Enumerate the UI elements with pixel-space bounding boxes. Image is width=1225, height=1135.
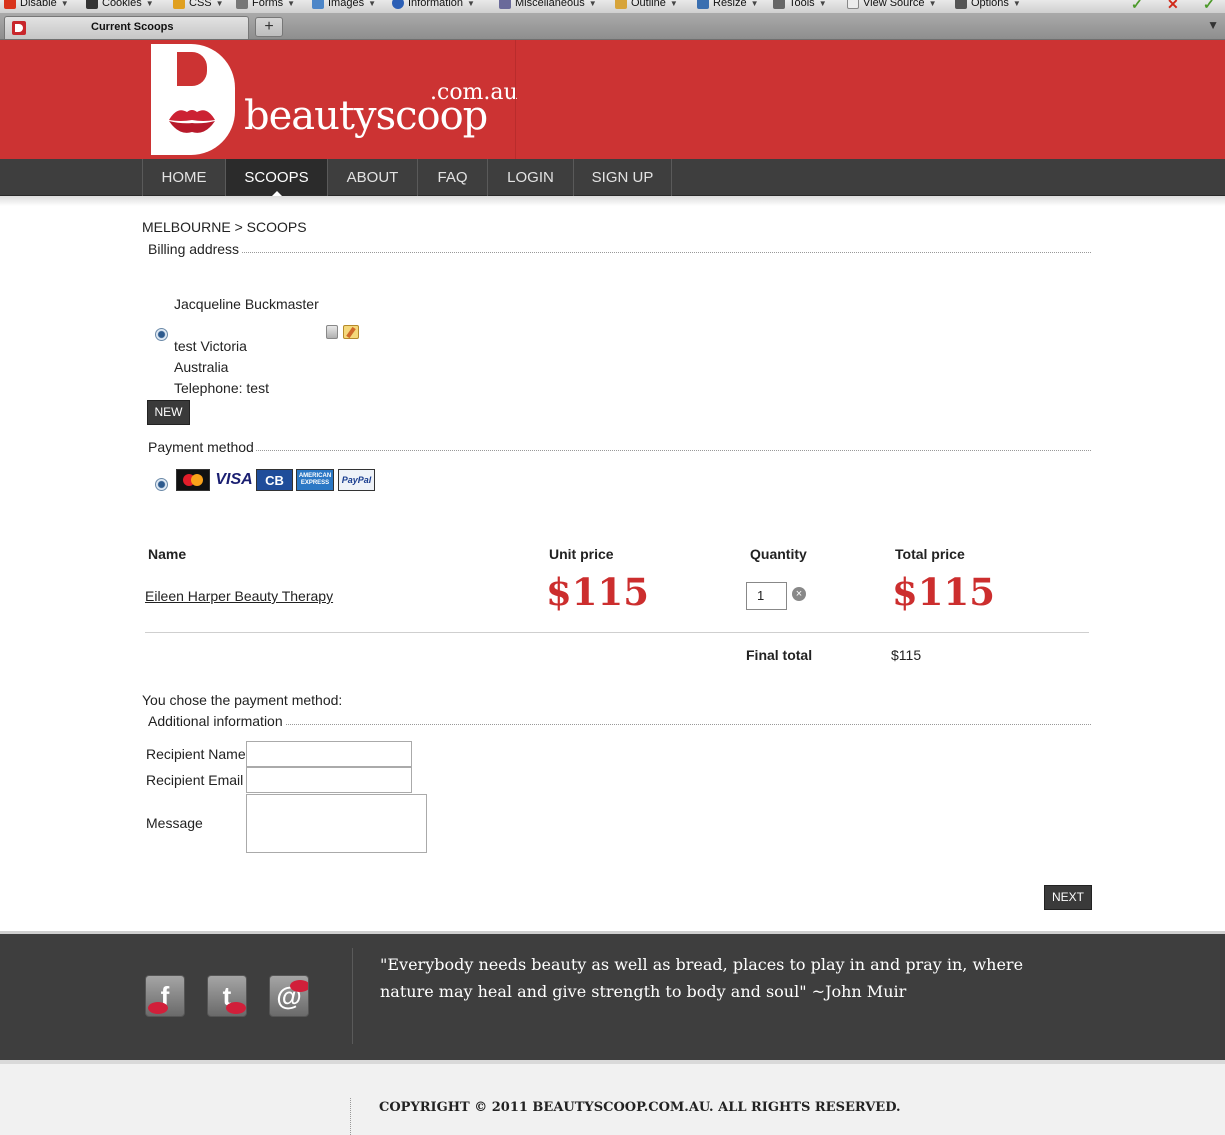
column-header-quantity: Quantity (750, 546, 807, 562)
toolbar-view-source[interactable]: View Source ▼ (847, 0, 936, 10)
nav-scoops[interactable]: SCOOPS (225, 159, 327, 196)
unit-price: $115 (546, 570, 649, 614)
copyright-text: COPYRIGHT © 2011 BEAUTYSCOOP.COM.AU. ALL… (379, 1100, 901, 1115)
next-button[interactable]: NEXT (1044, 885, 1092, 910)
final-total-value: $115 (891, 647, 922, 663)
new-address-button[interactable]: NEW (147, 400, 190, 425)
payment-radio[interactable] (155, 478, 168, 491)
nav-login[interactable]: LOGIN (487, 159, 573, 196)
toolbar-options[interactable]: Options ▼ (955, 0, 1021, 10)
main-nav: HOME SCOOPS ABOUT FAQ LOGIN SIGN UP (0, 159, 1225, 196)
payment-legend: Payment method (148, 439, 256, 455)
quantity-input[interactable]: 1 (746, 582, 787, 610)
new-tab-button[interactable]: + (255, 17, 283, 37)
information-icon (392, 0, 404, 10)
twitter-icon[interactable]: t (207, 975, 247, 1017)
billing-address-line: test Victoria (174, 338, 247, 354)
column-header-total-price: Total price (895, 546, 965, 562)
message-textarea[interactable] (246, 794, 427, 853)
cb-logo: CB (256, 469, 293, 491)
remove-item-icon[interactable]: × (792, 587, 806, 601)
lips-icon (169, 110, 215, 133)
tools-icon (773, 0, 785, 10)
logo-b-letter (151, 44, 235, 155)
miscellaneous-icon (499, 0, 511, 10)
header-divider (515, 40, 516, 159)
additional-fieldset: Additional information (142, 713, 1091, 729)
billing-address-line: Telephone: test (174, 380, 269, 396)
edit-icon[interactable] (343, 325, 359, 339)
toolbar-miscellaneous[interactable]: Miscellaneous ▼ (499, 0, 597, 10)
facebook-icon[interactable]: f (145, 975, 185, 1017)
resize-icon (697, 0, 709, 10)
billing-address-line: Australia (174, 359, 229, 375)
images-icon (312, 0, 324, 10)
column-header-name: Name (148, 546, 187, 562)
payment-method-summary: You chose the payment method: (142, 692, 343, 708)
visa-logo: VISA (215, 471, 253, 488)
site-header: .com.au beautyscoop (0, 40, 1225, 159)
toolbar-css[interactable]: CSS ▼ (173, 0, 224, 10)
delete-icon[interactable] (326, 325, 338, 339)
recipient-email-input[interactable] (246, 767, 412, 793)
favicon-icon (12, 21, 26, 35)
tab-list-icon[interactable]: ▼ (1207, 18, 1219, 32)
toolbar-information[interactable]: Information ▼ (392, 0, 475, 10)
browser-toolbar: Disable ▼ Cookies ▼ CSS ▼ Forms ▼ Images ▼ In… (0, 0, 1225, 14)
logo-wordmark: beautyscoop (244, 93, 488, 139)
toolbar-tools[interactable]: Tools ▼ (773, 0, 827, 10)
css-icon (173, 0, 185, 10)
view-source-icon (847, 0, 859, 10)
site-logo[interactable]: .com.au beautyscoop (151, 44, 518, 156)
error-icon[interactable]: ✕ (1167, 0, 1179, 13)
recipient-name-label: Recipient Name (146, 746, 246, 762)
breadcrumb: MELBOURNE > SCOOPS (142, 219, 307, 235)
toolbar-disable[interactable]: Disable ▼ (4, 0, 69, 10)
nav-faq[interactable]: FAQ (417, 159, 487, 196)
toolbar-images[interactable]: Images ▼ (312, 0, 376, 10)
disable-icon (4, 0, 16, 10)
billing-legend: Billing address (148, 241, 242, 257)
amex-logo: AMERICAN EXPRESS (296, 469, 334, 491)
footer-quote: "Everybody needs beauty as well as bread… (380, 955, 1024, 1001)
product-link[interactable]: Eileen Harper Beauty Therapy (145, 588, 333, 604)
nav-about[interactable]: ABOUT (327, 159, 417, 196)
recipient-email-label: Recipient Email (146, 772, 244, 788)
toolbar-outline[interactable]: Outline ▼ (615, 0, 678, 10)
billing-fieldset: Billing address (142, 241, 1091, 257)
checkmark-icon[interactable]: ✓ (1203, 0, 1215, 13)
table-divider (145, 632, 1089, 633)
email-icon[interactable]: @ (269, 975, 309, 1017)
nav-home[interactable]: HOME (142, 159, 225, 196)
paypal-logo: PayPal (338, 469, 375, 491)
browser-tab-bar: Current Scoops + ▼ (0, 14, 1225, 40)
copyright-bar (0, 1060, 1225, 1135)
billing-name: Jacqueline Buckmaster (174, 296, 319, 312)
recipient-name-input[interactable] (246, 741, 412, 767)
checkmark-icon[interactable]: ✓ (1131, 0, 1143, 13)
message-label: Message (146, 815, 203, 831)
options-icon (955, 0, 967, 10)
toolbar-cookies[interactable]: Cookies ▼ (86, 0, 154, 10)
tab-title: Current Scoops (91, 21, 174, 33)
toolbar-resize[interactable]: Resize ▼ (697, 0, 759, 10)
nav-sign-up[interactable]: SIGN UP (573, 159, 671, 196)
cookies-icon (86, 0, 98, 10)
forms-icon (236, 0, 248, 10)
toolbar-forms[interactable]: Forms ▼ (236, 0, 295, 10)
column-header-unit-price: Unit price (549, 546, 614, 562)
outline-icon (615, 0, 627, 10)
mastercard-logo (176, 469, 210, 491)
address-radio[interactable] (155, 328, 168, 341)
final-total-label: Final total (746, 647, 813, 663)
browser-tab[interactable]: Current Scoops (4, 16, 249, 39)
payment-fieldset: Payment method (142, 439, 1091, 455)
additional-legend: Additional information (148, 713, 285, 729)
total-price: $115 (892, 570, 995, 614)
